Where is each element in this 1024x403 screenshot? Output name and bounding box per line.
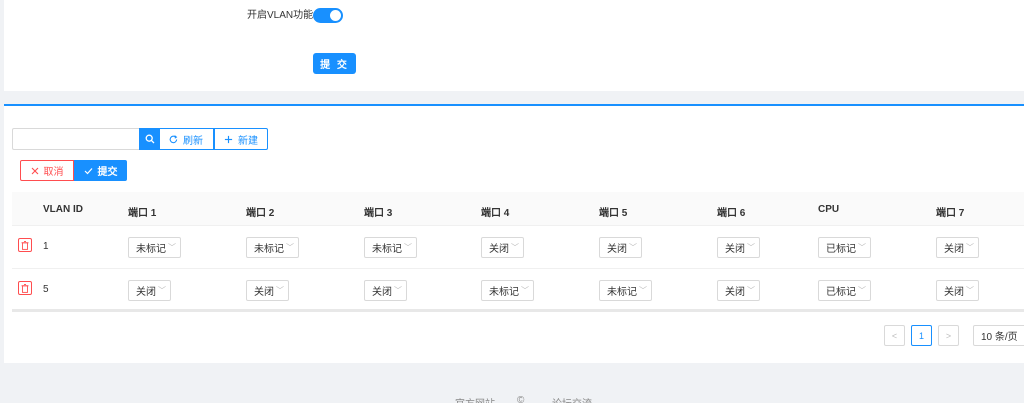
table-row: 5 关闭 ﹀ 关闭 ﹀ 关闭 ﹀ 未标记 ﹀ 未标记 ﹀ 关闭 ﹀ 已标记 ﹀ 关闭 ﹀ [12,269,1024,312]
vlan-table: VLAN ID 端口 1 端口 2 端口 3 端口 4 端口 5 端口 6 CP… [12,192,1024,312]
select-value: 关闭 [944,244,964,255]
select-value: 关闭 [944,287,964,298]
vlan-submit-button[interactable]: 提 交 [313,53,356,74]
port-4-select[interactable]: 未标记 ﹀ [481,280,534,301]
port-5-select[interactable]: 关闭 ﹀ [599,237,642,258]
submit-label: 提交 [97,167,118,178]
chevron-down-icon: ﹀ [858,243,866,252]
chevron-down-icon: ﹀ [747,286,755,295]
delete-row-button[interactable] [18,281,32,295]
chevron-down-icon: ﹀ [394,286,402,295]
plus-icon [224,135,233,143]
chevron-down-icon: ﹀ [286,243,294,252]
copyright-icon: © [517,395,525,403]
vlan-id-value: 5 [43,284,49,295]
select-value: 关闭 [725,244,745,255]
vlan-toggle-label: 开启VLAN功能 [247,10,314,21]
vlan-table-card: 刷新 新建 取消 提交 VLAN ID 端口 1 端口 2 端口 3 端口 4 … [4,104,1024,363]
select-value: 关闭 [725,287,745,298]
page-size-select[interactable]: 10 条/页 [973,325,1024,346]
port-5-select[interactable]: 未标记 ﹀ [599,280,652,301]
chevron-down-icon: ﹀ [404,243,412,252]
port-6-select[interactable]: 关闭 ﹀ [717,280,760,301]
col-header-port-1: 端口 1 [128,208,157,219]
port-2-select[interactable]: 未标记 ﹀ [246,237,299,258]
cancel-label: 取消 [43,167,64,178]
forum-link[interactable]: 论坛交流 [552,395,592,403]
select-value: 关闭 [136,287,156,298]
port-6-select[interactable]: 关闭 ﹀ [717,237,760,258]
port-3-select[interactable]: 关闭 ﹀ [364,280,407,301]
port-3-select[interactable]: 未标记 ﹀ [364,237,417,258]
chevron-down-icon: ﹀ [168,243,176,252]
select-value: 未标记 [372,244,402,255]
next-page-button[interactable]: > [938,325,959,346]
col-header-port-4: 端口 4 [481,208,510,219]
chevron-down-icon: ﹀ [858,286,866,295]
edit-actions: 取消 提交 [20,160,127,181]
check-icon [84,167,92,174]
chevron-down-icon: ﹀ [276,286,284,295]
table-header: VLAN ID 端口 1 端口 2 端口 3 端口 4 端口 5 端口 6 CP… [12,192,1024,226]
cpu-select[interactable]: 已标记 ﹀ [818,280,871,301]
col-header-port-6: 端口 6 [717,208,746,219]
chevron-down-icon: ﹀ [639,286,647,295]
trash-icon [21,240,29,250]
search-toolbar: 刷新 新建 [12,128,268,150]
select-value: 关闭 [489,244,509,255]
cpu-select[interactable]: 已标记 ﹀ [818,237,871,258]
refresh-icon [169,134,178,143]
chevron-down-icon: ﹀ [629,243,637,252]
col-header-port-5: 端口 5 [599,208,628,219]
page-1-button[interactable]: 1 [911,325,932,346]
select-value: 关闭 [607,244,627,255]
toggle-knob [330,10,341,21]
col-header-cpu: CPU [818,204,840,215]
search-icon [145,134,154,144]
col-header-port-3: 端口 3 [364,208,393,219]
search-button[interactable] [139,128,160,150]
port-1-select[interactable]: 关闭 ﹀ [128,280,171,301]
prev-page-button[interactable]: < [884,325,905,346]
pagination: < 1 > 10 条/页 [884,325,1024,346]
delete-row-button[interactable] [18,238,32,252]
official-site-link[interactable]: 官方网站 [455,395,495,403]
col-header-port-7: 端口 7 [936,208,965,219]
chevron-down-icon: ﹀ [747,243,755,252]
port-1-select[interactable]: 未标记 ﹀ [128,237,181,258]
select-value: 关闭 [372,287,392,298]
chevron-down-icon: ﹀ [158,286,166,295]
select-value: 已标记 [826,287,856,298]
select-value: 未标记 [136,244,166,255]
port-2-select[interactable]: 关闭 ﹀ [246,280,289,301]
new-button[interactable]: 新建 [214,128,268,150]
cancel-button[interactable]: 取消 [20,160,74,181]
vlan-settings-card: 开启VLAN功能 提 交 [4,0,1024,91]
vlan-id-value: 1 [43,241,49,252]
refresh-label: 刷新 [183,135,203,147]
refresh-button[interactable]: 刷新 [160,128,214,150]
new-label: 新建 [238,135,258,147]
port-7-select[interactable]: 关闭 ﹀ [936,280,979,301]
search-input[interactable] [12,128,139,150]
select-value: 未标记 [607,287,637,298]
col-header-vlan-id: VLAN ID [43,204,83,215]
submit-button[interactable]: 提交 [74,160,127,181]
select-value: 已标记 [826,244,856,255]
port-4-select[interactable]: 关闭 ﹀ [481,237,524,258]
chevron-down-icon: ﹀ [521,286,529,295]
port-7-select[interactable]: 关闭 ﹀ [936,237,979,258]
table-row: 1 未标记 ﹀ 未标记 ﹀ 未标记 ﹀ 关闭 ﹀ 关闭 ﹀ 关闭 ﹀ 已标记 ﹀ 关闭 ﹀ [12,226,1024,269]
chevron-down-icon: ﹀ [966,243,974,252]
select-value: 未标记 [254,244,284,255]
vlan-toggle[interactable] [313,8,343,23]
chevron-down-icon: ﹀ [966,286,974,295]
col-header-port-2: 端口 2 [246,208,275,219]
close-icon [31,167,38,174]
select-value: 未标记 [489,287,519,298]
select-value: 关闭 [254,287,274,298]
trash-icon [21,283,29,293]
chevron-down-icon: ﹀ [511,243,519,252]
